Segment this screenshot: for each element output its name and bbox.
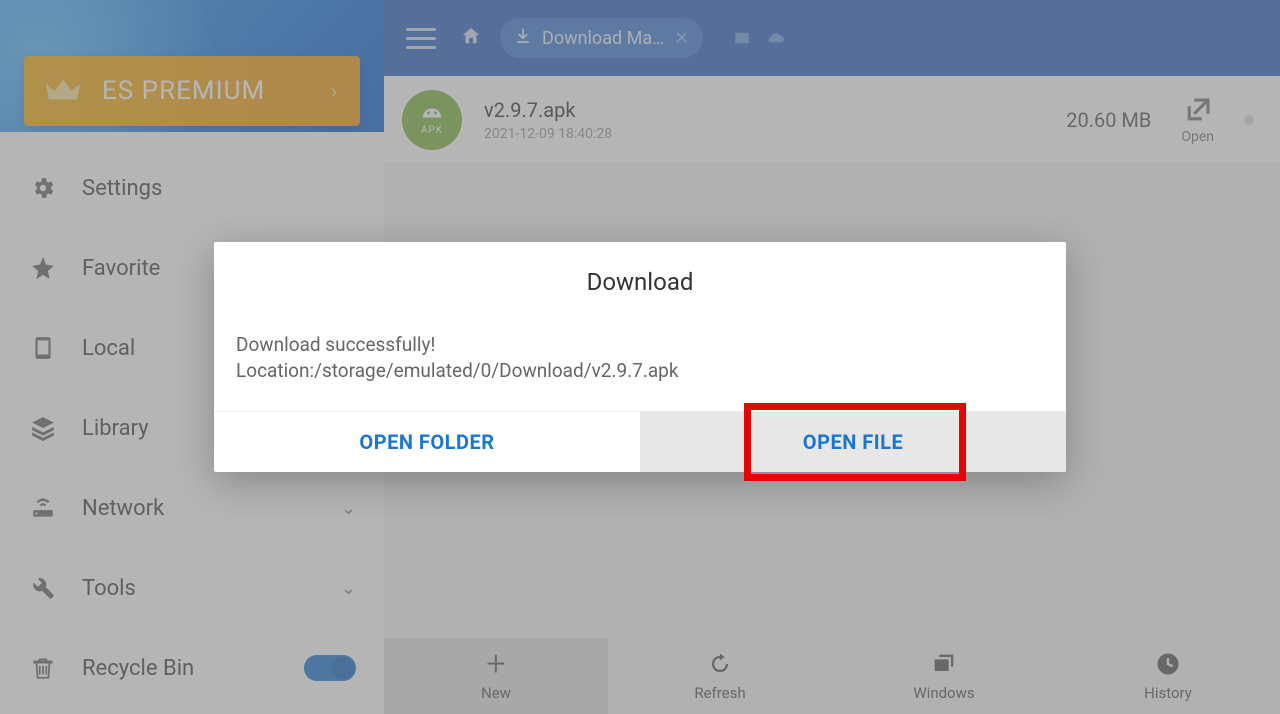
- dialog-actions: OPEN FOLDER OPEN FILE: [214, 411, 1066, 472]
- dialog-message-line2: Location:/storage/emulated/0/Download/v2…: [236, 358, 1044, 384]
- download-dialog: Download Download successfully! Location…: [214, 242, 1066, 472]
- dialog-message-line1: Download successfully!: [236, 332, 1044, 358]
- open-file-button[interactable]: OPEN FILE: [640, 412, 1066, 472]
- dialog-body: Download successfully! Location:/storage…: [214, 332, 1066, 411]
- open-folder-button[interactable]: OPEN FOLDER: [214, 412, 640, 472]
- dialog-title: Download: [214, 242, 1066, 332]
